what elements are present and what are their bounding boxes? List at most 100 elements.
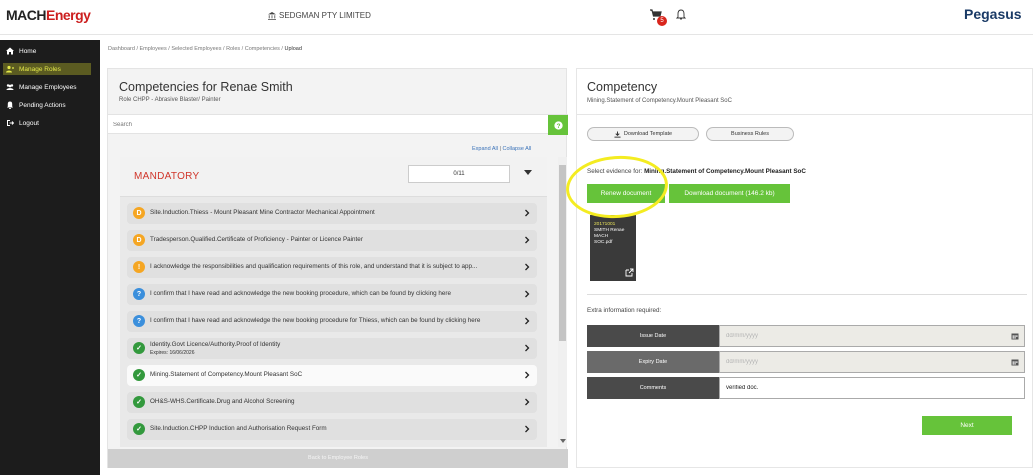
competency-row[interactable]: ✓ Site.Induction.CHPP Induction and Auth… xyxy=(127,419,537,440)
issue-date-label: Issue Date xyxy=(587,325,719,347)
help-button[interactable]: ? xyxy=(548,115,568,135)
sidebar-item-logout[interactable]: Logout xyxy=(3,117,91,129)
employees-icon xyxy=(6,84,14,90)
download-icon xyxy=(614,130,621,138)
download-template-button[interactable]: Download Template xyxy=(587,127,699,141)
top-bar: MACHEnergy SEDGMAN PTY LIMITED 5 Pegasus xyxy=(0,0,1033,35)
divider xyxy=(587,294,1027,295)
expiry-date: Expires: 16/06/2026 xyxy=(150,350,195,356)
check-status-icon: ✓ xyxy=(133,396,145,408)
collapse-all-link[interactable]: Collapse All xyxy=(503,146,532,152)
notifications-button[interactable] xyxy=(675,9,688,23)
check-status-icon: ✓ xyxy=(133,369,145,381)
scroll-thumb[interactable] xyxy=(559,165,566,341)
competency-name: Tradesperson.Qualified.Certificate of Pr… xyxy=(150,236,363,243)
search-bar: ? xyxy=(108,114,568,135)
competency-name: OH&S-WHS.Certificate.Drug and Alcohol Sc… xyxy=(150,398,295,405)
comments-label: Comments xyxy=(587,377,719,399)
competency-row[interactable]: D Tradesperson.Qualified.Certificate of … xyxy=(127,230,537,251)
role-subtitle: Role CHPP - Abrasive Blaster/ Painter xyxy=(119,97,221,103)
sidebar-item-manage-roles[interactable]: Manage Roles xyxy=(3,63,91,75)
completion-count: 0/11 xyxy=(408,165,510,183)
breadcrumb-dashboard[interactable]: Dashboard xyxy=(108,46,135,52)
chevron-right-icon xyxy=(525,290,530,298)
bell-icon xyxy=(7,101,13,109)
check-status-icon: ✓ xyxy=(133,342,145,354)
breadcrumb-employees[interactable]: Employees xyxy=(140,46,167,52)
competency-name: Identity.Govt Licence/Authority.Proof of… xyxy=(150,341,281,348)
competency-subtitle: Mining.Statement of Competency.Mount Ple… xyxy=(587,98,732,104)
competency-row[interactable]: ✓ OH&S-WHS.Certificate.Drug and Alcohol … xyxy=(127,392,537,413)
competency-name: Site.Induction.CHPP Induction and Author… xyxy=(150,425,327,432)
competency-title: Competency xyxy=(587,80,658,94)
mach-energy-logo[interactable]: MACHEnergy xyxy=(6,7,91,23)
chevron-right-icon xyxy=(525,344,530,352)
question-status-icon: ? xyxy=(133,315,145,327)
chevron-right-icon xyxy=(525,317,530,325)
sidebar: Home Manage Roles Manage Employees Pendi… xyxy=(0,40,100,475)
caret-down-icon[interactable] xyxy=(524,170,532,175)
list-scrollbar[interactable] xyxy=(558,157,567,447)
breadcrumb-selected-employees[interactable]: Selected Employees xyxy=(171,46,221,52)
divider xyxy=(577,114,1033,115)
chevron-right-icon xyxy=(525,398,530,406)
competency-detail-panel: Competency Mining.Statement of Competenc… xyxy=(576,68,1033,468)
cart-count-badge: 5 xyxy=(657,16,667,26)
company-name: SEDGMAN PTY LIMITED xyxy=(268,11,371,20)
extra-info-label: Extra information required: xyxy=(587,307,662,314)
chevron-right-icon xyxy=(525,209,530,217)
mandatory-label: MANDATORY xyxy=(134,171,200,182)
cart-button[interactable]: 5 xyxy=(650,9,668,27)
download-document-button[interactable]: Download document (146.2 kb) xyxy=(669,184,790,203)
warning-status-icon: ! xyxy=(133,261,145,273)
competency-name: I confirm that I have read and acknowled… xyxy=(150,317,481,324)
competency-name: Mining.Statement of Competency.Mount Ple… xyxy=(150,371,303,378)
sidebar-item-home[interactable]: Home xyxy=(3,45,91,57)
pegasus-logo[interactable]: Pegasus xyxy=(964,6,1022,22)
pending-status-icon: D xyxy=(133,234,145,246)
svg-text:?: ? xyxy=(556,122,560,129)
search-input[interactable] xyxy=(113,119,543,131)
competency-row[interactable]: ! I acknowledge the responsibilities and… xyxy=(127,257,537,278)
expiry-date-input[interactable] xyxy=(719,351,1025,373)
breadcrumb-competencies[interactable]: Competencies xyxy=(245,46,280,52)
competency-row[interactable]: D Site.Induction.Thiess - Mount Pleasant… xyxy=(127,203,537,224)
mandatory-header[interactable]: MANDATORY 0/11 xyxy=(120,157,547,197)
chevron-right-icon xyxy=(525,236,530,244)
competency-row[interactable]: ? I confirm that I have read and acknowl… xyxy=(127,311,537,332)
competency-row[interactable]: ? I confirm that I have read and acknowl… xyxy=(127,284,537,305)
expand-collapse-links: Expand All | Collapse All xyxy=(472,146,532,152)
home-icon xyxy=(6,47,14,55)
external-link-icon[interactable] xyxy=(625,268,634,277)
calendar-icon[interactable] xyxy=(1011,332,1019,340)
next-button[interactable]: Next xyxy=(922,416,1012,435)
comments-input[interactable] xyxy=(719,377,1025,399)
competency-name: Site.Induction.Thiess - Mount Pleasant M… xyxy=(150,209,375,216)
issue-date-input[interactable] xyxy=(719,325,1025,347)
competency-name: I acknowledge the responsibilities and q… xyxy=(150,263,478,270)
sidebar-item-pending-actions[interactable]: Pending Actions xyxy=(3,99,91,111)
expand-all-link[interactable]: Expand All xyxy=(472,146,498,152)
competency-row[interactable]: ✓ Identity.Govt Licence/Authority.Proof … xyxy=(127,338,537,359)
sidebar-item-manage-employees[interactable]: Manage Employees xyxy=(3,81,91,93)
competency-row-selected[interactable]: ✓ Mining.Statement of Competency.Mount P… xyxy=(127,365,537,386)
bell-icon xyxy=(675,9,687,20)
scroll-down-arrow[interactable] xyxy=(560,439,566,443)
chevron-right-icon xyxy=(525,263,530,271)
competency-name: I confirm that I have read and acknowled… xyxy=(150,290,452,297)
calendar-icon[interactable] xyxy=(1011,358,1019,366)
page-title: Competencies for Renae Smith xyxy=(119,80,293,94)
users-icon xyxy=(6,65,14,73)
pending-status-icon: D xyxy=(133,207,145,219)
business-rules-button[interactable]: Business Rules xyxy=(706,127,794,141)
breadcrumb-current: Upload xyxy=(284,46,302,52)
breadcrumb-roles[interactable]: Roles xyxy=(226,46,240,52)
back-to-employee-roles-button[interactable]: Back to Employee Roles xyxy=(108,449,568,468)
logout-icon xyxy=(7,120,14,126)
chevron-right-icon xyxy=(525,371,530,379)
question-status-icon: ? xyxy=(133,288,145,300)
bank-icon xyxy=(268,11,276,20)
mandatory-section: MANDATORY 0/11 D Site.Induction.Thiess -… xyxy=(120,157,547,447)
check-status-icon: ✓ xyxy=(133,423,145,435)
document-thumbnail[interactable]: 20171001 SMITH Renae MACH SOC.pdf xyxy=(590,215,636,281)
